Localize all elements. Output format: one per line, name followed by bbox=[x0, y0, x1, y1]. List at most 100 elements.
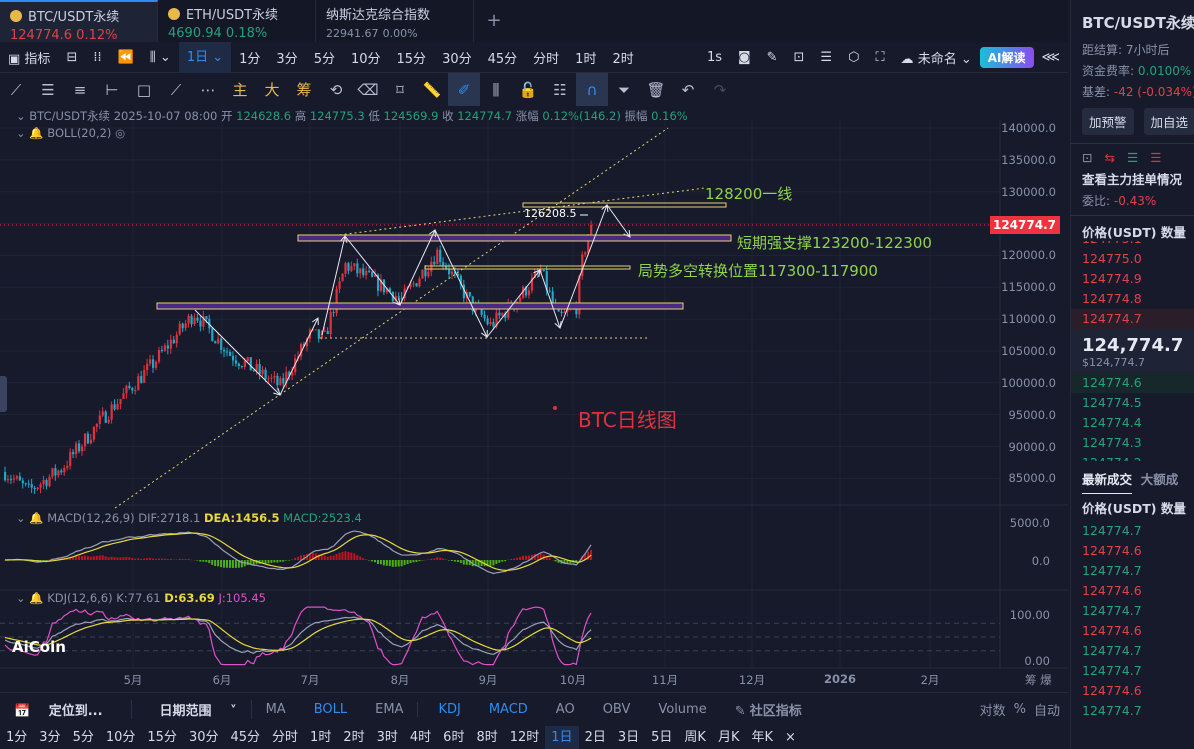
trendline-icon[interactable]: ⟋ bbox=[0, 73, 32, 106]
ask-row[interactable]: 124774.8 bbox=[1071, 289, 1194, 309]
bid-row[interactable]: 124774.3 bbox=[1071, 433, 1194, 453]
eraser-icon[interactable]: ⌫ bbox=[352, 73, 384, 106]
depth-both-icon[interactable]: ⊡ bbox=[1082, 150, 1104, 165]
timeframe-option[interactable]: 3日 bbox=[612, 726, 645, 749]
candle-type-icon[interactable]: ⫼ ⌄ bbox=[142, 50, 179, 65]
camera-icon[interactable]: ◙ bbox=[730, 50, 759, 65]
add-tab-button[interactable]: + bbox=[474, 0, 514, 42]
indicators-button[interactable]: ▣ 指标 bbox=[0, 48, 58, 67]
date-range-select[interactable]: 日期范围 ˅ bbox=[130, 700, 252, 719]
indicator-toggle[interactable]: MACD bbox=[475, 702, 542, 717]
ruler-icon[interactable]: 📏 bbox=[416, 73, 448, 106]
timeframe-option[interactable]: 周K bbox=[678, 726, 712, 749]
period-option[interactable]: 30分 bbox=[434, 48, 480, 67]
bid-row[interactable]: 124774.4 bbox=[1071, 413, 1194, 433]
arrow-line[interactable] bbox=[194, 309, 281, 396]
timeframe-option[interactable]: 10分 bbox=[100, 726, 142, 749]
indicator-toggle[interactable]: MA bbox=[252, 702, 300, 717]
left-panel-handle[interactable] bbox=[0, 376, 7, 412]
settings-icon[interactable]: ⬡ bbox=[840, 50, 867, 65]
parallel-channel-icon[interactable]: ☰ bbox=[32, 73, 64, 106]
timeframe-option[interactable]: 3时 bbox=[371, 726, 404, 749]
timeframe-option[interactable]: 6时 bbox=[437, 726, 470, 749]
kdj-legend[interactable]: ⌄ 🔔 KDJ(12,6,6) K:77.61 D:63.69 J:105.45 bbox=[16, 591, 266, 605]
share-icon[interactable]: ⋘ bbox=[1034, 50, 1069, 65]
main-button[interactable]: 主 bbox=[224, 73, 256, 106]
period-option[interactable]: 2时 bbox=[604, 48, 641, 67]
sync-icon[interactable]: ⟲ bbox=[320, 73, 352, 106]
big-button[interactable]: 大 bbox=[256, 73, 288, 106]
timeframe-option[interactable]: 1日 bbox=[545, 726, 579, 749]
timeframe-option[interactable]: 5分 bbox=[67, 726, 100, 749]
rectangle-icon[interactable]: □ bbox=[128, 73, 160, 106]
period-option[interactable]: 10分 bbox=[343, 48, 389, 67]
timeframe-option[interactable]: 45分 bbox=[224, 726, 266, 749]
timeframe-option[interactable]: 8时 bbox=[470, 726, 503, 749]
symbol-tab[interactable]: BTC/USDT永续 124774.6 0.12% bbox=[0, 0, 158, 43]
magnet-icon[interactable]: ∩ bbox=[576, 73, 608, 106]
depth-bids-icon[interactable]: ☰ bbox=[1127, 150, 1150, 165]
indicator-toggle[interactable]: KDJ bbox=[417, 702, 474, 717]
filter-icon[interactable]: ⏷ bbox=[608, 73, 640, 106]
note-icon[interactable]: ☷ bbox=[544, 73, 576, 106]
period-option[interactable]: 分时 bbox=[525, 48, 567, 67]
add-favorite-button[interactable]: 加自选 bbox=[1143, 108, 1194, 135]
timeframe-option[interactable]: 年K bbox=[745, 726, 779, 749]
depth-split-icon[interactable]: ⇆ bbox=[1104, 150, 1126, 165]
period-option[interactable]: 45分 bbox=[480, 48, 526, 67]
bid-row[interactable]: 124774.6 bbox=[1071, 373, 1194, 393]
eye-icon[interactable]: ◎ bbox=[115, 126, 125, 140]
range-zone-box[interactable] bbox=[156, 302, 684, 310]
indicator-toggle[interactable]: BOLL bbox=[300, 702, 361, 717]
layout-name-select[interactable]: ☁ 未命名 ⌄ bbox=[893, 48, 980, 67]
support-zone-box[interactable] bbox=[297, 234, 732, 242]
arrow-line[interactable] bbox=[321, 235, 346, 336]
ask-row[interactable]: 124775.1 bbox=[1071, 241, 1194, 249]
timeframe-option[interactable]: 15分 bbox=[141, 726, 183, 749]
add-alert-button[interactable]: 加预警 bbox=[1082, 108, 1134, 135]
timeframe-option[interactable]: 1时 bbox=[304, 726, 337, 749]
horizontal-line-icon[interactable]: ⊢ bbox=[96, 73, 128, 106]
period-option[interactable]: 1时 bbox=[567, 48, 604, 67]
timeframe-option[interactable]: 5日 bbox=[645, 726, 678, 749]
tab-latest-trades[interactable]: 最新成交 bbox=[1082, 472, 1133, 494]
collapse-icon[interactable]: ⌄ bbox=[16, 109, 26, 123]
ai-button[interactable]: AI解读 bbox=[979, 46, 1034, 68]
locate-button[interactable]: 📅 定位到... bbox=[0, 700, 131, 719]
replay-icon[interactable]: ⏪ bbox=[110, 50, 142, 65]
chip-button[interactable]: 筹 bbox=[288, 73, 320, 106]
depth-title[interactable]: 查看主力挂单情况 bbox=[1071, 169, 1194, 188]
timeframe-option[interactable]: 3分 bbox=[33, 726, 66, 749]
timeframe-option[interactable]: 月K bbox=[712, 726, 746, 749]
timeframe-option[interactable]: 4时 bbox=[404, 726, 437, 749]
period-option[interactable]: 5分 bbox=[306, 48, 343, 67]
timeframe-option[interactable]: 分时 bbox=[266, 726, 304, 749]
period-select[interactable]: 1日 ⌄ bbox=[178, 41, 232, 73]
arrow-line[interactable] bbox=[279, 317, 319, 396]
pen-icon[interactable]: ✎ bbox=[759, 50, 786, 65]
indicator-toggle[interactable]: Volume bbox=[644, 702, 720, 717]
fullscreen-icon[interactable]: ⛶ bbox=[867, 50, 892, 65]
ask-row[interactable]: 124774.9 bbox=[1071, 269, 1194, 289]
tab-big-trades[interactable]: 大额成 bbox=[1141, 472, 1179, 487]
timeframe-option[interactable]: 2日 bbox=[579, 726, 612, 749]
ask-row[interactable]: 124774.7 bbox=[1071, 309, 1194, 329]
pivot-zone-box[interactable] bbox=[424, 265, 631, 270]
period-option[interactable]: 1分 bbox=[231, 48, 268, 67]
boll-legend[interactable]: ⌄ 🔔 BOLL(20,2) ◎ bbox=[16, 126, 125, 140]
period-option[interactable]: 15分 bbox=[389, 48, 435, 67]
indicator-toggle[interactable]: EMA bbox=[361, 702, 417, 717]
depth-asks-icon[interactable]: ☰ bbox=[1150, 150, 1173, 165]
auto-toggle[interactable]: 自动 bbox=[1030, 700, 1068, 719]
trendline-resistance[interactable] bbox=[299, 187, 706, 241]
fib-icon[interactable]: ≡ bbox=[64, 73, 96, 106]
arrow-line[interactable] bbox=[434, 229, 488, 338]
arrow-line[interactable] bbox=[606, 204, 631, 238]
symbol-tab[interactable]: 纳斯达克综合指数 22941.67 0.00% bbox=[316, 0, 474, 42]
more-icon[interactable]: ⋯ bbox=[192, 73, 224, 106]
interval-button[interactable]: 1s bbox=[699, 50, 730, 65]
percent-toggle[interactable]: % bbox=[1010, 702, 1030, 717]
macd-legend[interactable]: ⌄ 🔔 MACD(12,26,9) DIF:2718.1 DEA:1456.5 … bbox=[16, 511, 362, 525]
period-option[interactable]: 3分 bbox=[268, 48, 305, 67]
arrow-line[interactable] bbox=[344, 235, 401, 306]
